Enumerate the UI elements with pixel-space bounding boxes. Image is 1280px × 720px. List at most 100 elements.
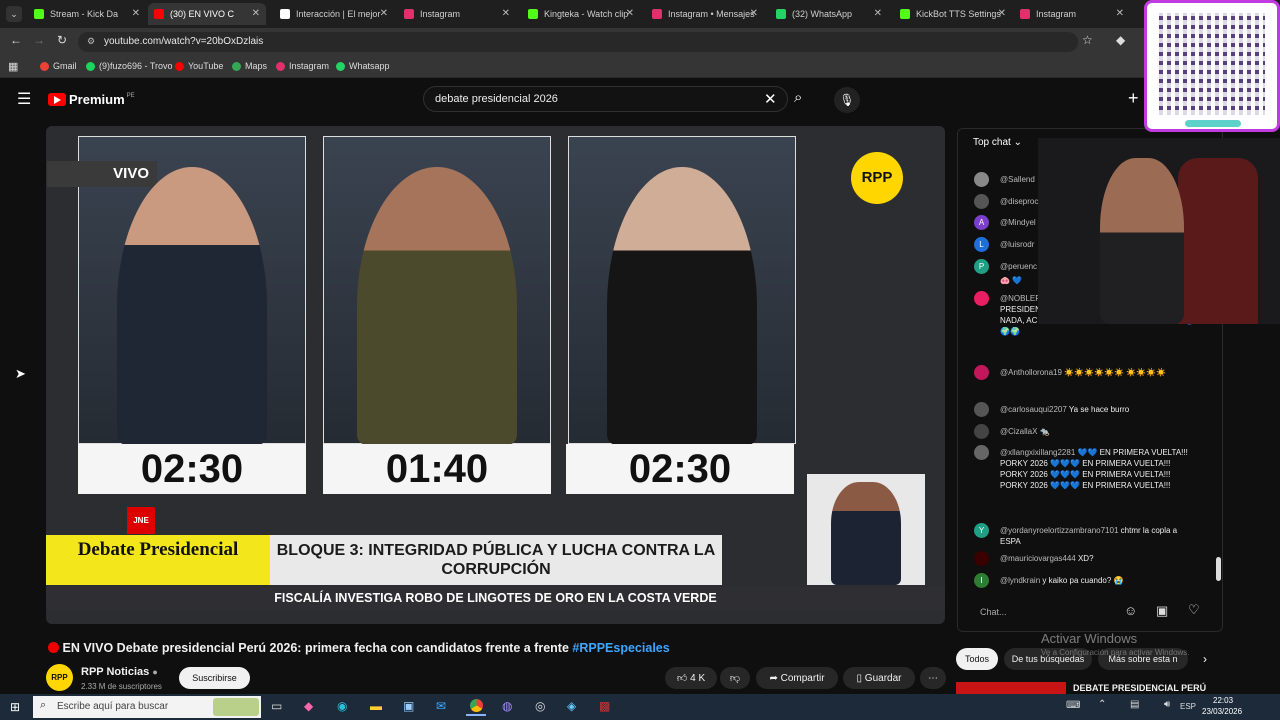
chat-avatar[interactable]: Y	[974, 523, 989, 538]
chat-avatar[interactable]	[974, 291, 989, 306]
chat-username[interactable]: @mauriciovargas444	[1000, 554, 1076, 563]
chat-username[interactable]: @yordanyroelortizzambrano7101	[1000, 526, 1118, 535]
chat-avatar[interactable]	[974, 194, 989, 209]
browser-tab[interactable]: Kingteka - Watch clip ✕	[522, 3, 640, 25]
menu-icon[interactable]: ☰	[17, 89, 31, 109]
chips-next-icon[interactable]: ›	[1203, 652, 1207, 666]
reload-icon[interactable]: ↻	[57, 33, 67, 47]
create-icon[interactable]: +	[1128, 88, 1139, 109]
chat-username[interactable]: @luisrodr	[1000, 240, 1034, 249]
discord-icon[interactable]: ◍	[502, 699, 512, 713]
chrome-icon[interactable]	[466, 696, 486, 716]
voice-search-icon[interactable]: 🎙	[834, 87, 860, 113]
chat-username[interactable]: @diseproc	[1000, 197, 1038, 206]
bookmark-item[interactable]: Gmail	[40, 61, 77, 71]
obs-icon[interactable]: ◎	[535, 699, 545, 713]
channel-avatar[interactable]: RPP	[46, 664, 73, 691]
chat-avatar[interactable]	[974, 445, 989, 460]
close-tab-icon[interactable]: ✕	[750, 8, 758, 19]
close-tab-icon[interactable]: ✕	[998, 8, 1006, 19]
chat-username[interactable]: @NOBLEF	[1000, 294, 1040, 303]
super-chat-icon[interactable]: ▣	[1156, 603, 1168, 619]
chat-avatar[interactable]: P	[974, 259, 989, 274]
search-input[interactable]: debate presidencial 2026	[423, 86, 788, 112]
browser-tab[interactable]: Instagram ✕	[1014, 3, 1130, 25]
hashtag-link[interactable]: #RPPEspeciales	[572, 641, 669, 655]
windows-start-icon[interactable]: ⊞	[10, 700, 20, 714]
chat-mode-dropdown[interactable]: Top chat ⌄	[973, 137, 1022, 148]
chat-avatar[interactable]	[974, 424, 989, 439]
browser-tab[interactable]: (30) EN VIVO C ✕	[148, 3, 266, 25]
volume-icon[interactable]: 🔊︎	[1164, 699, 1170, 710]
bookmark-item[interactable]: (9)fuzo696 - Trovo	[86, 61, 173, 71]
heart-icon[interactable]: ♡	[1188, 602, 1200, 618]
chat-username[interactable]: @peruenc	[1000, 262, 1037, 271]
tab-search-icon[interactable]: ⌄	[6, 6, 22, 22]
edge-icon[interactable]: ◉	[337, 699, 347, 713]
chat-avatar[interactable]: A	[974, 215, 989, 230]
bookmark-item[interactable]: Whatsapp	[336, 61, 390, 71]
close-tab-icon[interactable]: ✕	[1116, 8, 1124, 19]
chat-scrollbar[interactable]	[1216, 557, 1221, 581]
apps-icon[interactable]: ▦	[8, 60, 18, 73]
channel-name[interactable]: RPP Noticias ●	[81, 666, 158, 678]
more-actions-button[interactable]: ⋯	[920, 667, 946, 689]
back-icon[interactable]: ←	[10, 33, 22, 47]
language-indicator[interactable]: ESP	[1180, 702, 1196, 711]
search-icon[interactable]: ⌕	[794, 89, 802, 106]
chat-avatar[interactable]	[974, 402, 989, 417]
tray-chevron-icon[interactable]: ⌃	[1098, 699, 1106, 710]
save-button[interactable]: ▯ Guardar	[843, 667, 915, 689]
like-button[interactable]: 👍︎ 4 K	[665, 667, 717, 689]
chat-avatar[interactable]	[974, 172, 989, 187]
related-title[interactable]: DEBATE PRESIDENCIAL PERÚ	[1073, 683, 1206, 693]
mail-icon[interactable]: ✉	[436, 699, 446, 713]
close-tab-icon[interactable]: ✕	[874, 8, 882, 19]
clock-date[interactable]: 23/03/2026	[1202, 707, 1242, 716]
close-tab-icon[interactable]: ✕	[626, 8, 634, 19]
chat-username[interactable]: @Sallend	[1000, 175, 1035, 184]
chat-avatar[interactable]: L	[974, 237, 989, 252]
bookmark-star-icon[interactable]: ☆	[1082, 33, 1093, 47]
browser-tab[interactable]: KickBot TTS Settings ✕	[894, 3, 1012, 25]
browser-tab[interactable]: Stream - Kick Da ✕	[28, 3, 146, 25]
youtube-logo[interactable]: Premium PE	[48, 92, 135, 107]
browser-tab[interactable]: Interacción | El mejor ✕	[274, 3, 394, 25]
chat-avatar[interactable]: I	[974, 573, 989, 588]
chat-username[interactable]: @Mindyel	[1000, 218, 1036, 227]
filter-chip[interactable]: Todos	[956, 648, 998, 670]
chat-username[interactable]: @carlosauqui2207	[1000, 405, 1067, 414]
bookmark-item[interactable]: Maps	[232, 61, 267, 71]
subscribe-button[interactable]: Suscribirse	[179, 667, 250, 689]
share-button[interactable]: ➦ Compartir	[756, 667, 838, 689]
bookmark-item[interactable]: YouTube	[175, 61, 223, 71]
browser-tab[interactable]: (32) WhatsApp ✕	[770, 3, 888, 25]
network-icon[interactable]: ▤	[1130, 699, 1139, 710]
copilot-icon[interactable]: ◆	[304, 699, 313, 713]
chat-input[interactable]: Chat...	[970, 601, 1210, 623]
related-thumbnail[interactable]	[956, 682, 1066, 694]
clock-time[interactable]: 22:03	[1213, 696, 1233, 705]
bookmark-item[interactable]: Instagram	[276, 61, 329, 71]
app-icon[interactable]: ▩	[599, 699, 610, 713]
chat-avatar[interactable]	[974, 365, 989, 380]
store-icon[interactable]: ▣	[403, 699, 414, 713]
emoji-icon[interactable]: ☺	[1124, 603, 1137, 618]
close-tab-icon[interactable]: ✕	[502, 8, 510, 19]
browser-tab[interactable]: Instagram • Mensajes ✕	[646, 3, 764, 25]
task-view-icon[interactable]: ▭	[271, 699, 282, 713]
browser-tab[interactable]: Instagram ✕	[398, 3, 516, 25]
steam-icon[interactable]: ◈	[567, 699, 576, 713]
chat-username[interactable]: @Anthollorona19	[1000, 368, 1062, 377]
chat-avatar[interactable]	[974, 551, 989, 566]
forward-icon[interactable]: →	[33, 33, 45, 47]
url-field[interactable]: ⚙ youtube.com/watch?v=20bOxDzlais	[78, 32, 1078, 52]
keyboard-icon[interactable]: ⌨	[1066, 700, 1080, 711]
close-tab-icon[interactable]: ✕	[132, 8, 140, 19]
chat-username[interactable]: @CizallaX	[1000, 427, 1037, 436]
chat-username[interactable]: @xllangxixillang2281	[1000, 448, 1075, 457]
video-player[interactable]: VIVO 02:30 01:40 02:30 RPP JNE Debate Pr…	[46, 126, 945, 624]
dislike-button[interactable]: 👎︎	[720, 667, 750, 689]
extensions-icon[interactable]: ◆	[1116, 33, 1125, 47]
close-tab-icon[interactable]: ✕	[252, 8, 260, 19]
